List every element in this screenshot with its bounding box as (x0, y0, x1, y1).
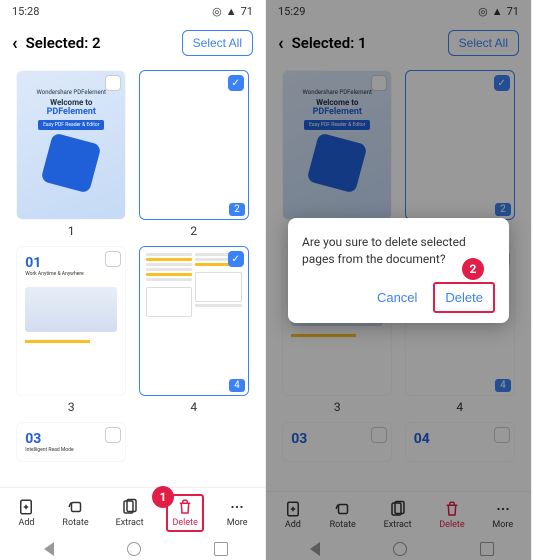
rotate-icon (334, 500, 352, 518)
back-icon[interactable]: ‹ (278, 33, 284, 54)
page-thumb-5[interactable]: 03 (282, 422, 392, 462)
page-checkbox[interactable]: ✓ (494, 75, 510, 91)
page-thumb-4[interactable]: ✓ 4 (139, 246, 249, 396)
select-all-button[interactable]: Select All (182, 30, 253, 56)
page-cell[interactable]: Wondershare PDFelement Welcome to PDFele… (14, 70, 129, 238)
page-cell[interactable]: Wondershare PDFelement Welcome to PDFele… (280, 70, 395, 238)
add-icon (17, 498, 35, 516)
status-icons: ◎ ▲ 71 (212, 5, 253, 18)
header: ‹ Selected: 1 Select All (266, 22, 531, 64)
brand-text: Wondershare PDFelement (37, 89, 106, 96)
page-checkbox[interactable] (371, 427, 387, 443)
page-checkbox[interactable] (105, 75, 121, 91)
annotation-1: 1 (152, 486, 174, 508)
page-thumb-6[interactable]: 04 (405, 422, 515, 462)
header-title: Selected: 1 (292, 34, 367, 52)
battery-icon: 71 (241, 5, 253, 18)
more-button[interactable]: More (223, 496, 252, 530)
more-icon (228, 498, 246, 516)
page-number: 3 (68, 400, 75, 414)
more-button[interactable]: More (488, 498, 517, 532)
add-button[interactable]: Add (280, 498, 306, 532)
page-thumb-1[interactable]: Wondershare PDFelement Welcome to PDFele… (282, 70, 392, 220)
extract-icon (389, 500, 407, 518)
back-icon[interactable]: ‹ (12, 33, 18, 54)
page-thumb-2[interactable]: ✓ 2 (405, 70, 515, 220)
page-thumb-2[interactable]: ✓ 2 (139, 70, 249, 220)
page-cell[interactable]: ✓ 2 2 (403, 70, 518, 238)
dialog-cancel-button[interactable]: Cancel (367, 282, 427, 313)
page-checkbox[interactable]: ✓ (228, 251, 244, 267)
more-icon (494, 500, 512, 518)
rotate-icon (67, 498, 85, 516)
status-bar: 15:29 ◎ ▲ 71 (266, 0, 531, 22)
status-time: 15:29 (278, 5, 305, 18)
nav-recent-icon[interactable] (480, 542, 494, 556)
nav-back-icon[interactable] (303, 542, 320, 556)
page-cell[interactable]: ✓ 4 4 (137, 246, 252, 414)
status-icons: ◎ ▲ 71 (478, 5, 519, 18)
android-navbar (0, 538, 265, 560)
left-screen: 15:28 ◎ ▲ 71 ‹ Selected: 2 Select All Wo… (0, 0, 266, 560)
extract-icon (121, 498, 139, 516)
page-number: 4 (190, 400, 197, 414)
page-cell[interactable]: 04 (403, 422, 518, 462)
page-thumb-5[interactable]: 03 Intelligent Read Mode (16, 422, 126, 462)
page-label: 4 (229, 379, 245, 392)
bottom-toolbar: Add Rotate Extract Delete More (0, 487, 265, 538)
extract-button[interactable]: Extract (380, 498, 416, 532)
bottom-toolbar: Add Rotate Extract Delete More (266, 491, 531, 538)
dialog-delete-button[interactable]: Delete (433, 282, 495, 313)
nav-recent-icon[interactable] (214, 542, 228, 556)
vibrate-icon: ◎ (212, 5, 222, 18)
logo-cube-icon (307, 132, 368, 193)
page-checkbox[interactable] (105, 251, 121, 267)
page-checkbox[interactable] (371, 75, 387, 91)
delete-icon (443, 500, 461, 518)
logo-cube-icon (41, 132, 102, 193)
rotate-button[interactable]: Rotate (58, 496, 92, 530)
signal-icon: ▲ (226, 5, 237, 18)
page-number: 2 (190, 224, 197, 238)
right-screen: 15:29 ◎ ▲ 71 ‹ Selected: 1 Select All Wo… (266, 0, 532, 560)
nav-home-icon[interactable] (393, 542, 407, 556)
extract-button[interactable]: Extract (112, 496, 148, 530)
nav-back-icon[interactable] (37, 542, 54, 556)
battery-icon: 71 (507, 5, 519, 18)
page-checkbox[interactable] (494, 427, 510, 443)
page-thumb-3[interactable]: 01 Work Anytime & Anywhere (16, 246, 126, 396)
page-number: 1 (68, 224, 75, 238)
page-checkbox[interactable]: ✓ (228, 75, 244, 91)
signal-icon: ▲ (492, 5, 503, 18)
status-bar: 15:28 ◎ ▲ 71 (0, 0, 265, 22)
page-cell[interactable]: 01 Work Anytime & Anywhere 3 (14, 246, 129, 414)
page-grid: Wondershare PDFelement Welcome to PDFele… (0, 64, 265, 468)
annotation-2: 2 (462, 258, 484, 280)
page-cell[interactable]: ✓ 2 2 (137, 70, 252, 238)
page-label: 2 (229, 203, 245, 216)
select-all-button[interactable]: Select All (448, 30, 519, 56)
android-navbar (266, 538, 531, 560)
header: ‹ Selected: 2 Select All (0, 22, 265, 64)
page-thumb-1[interactable]: Wondershare PDFelement Welcome to PDFele… (16, 70, 126, 220)
page-checkbox[interactable] (105, 427, 121, 443)
page-cell[interactable]: 03 Intelligent Read Mode (14, 422, 129, 462)
delete-button[interactable]: Delete (435, 498, 468, 532)
status-time: 15:28 (12, 5, 39, 18)
add-icon (284, 500, 302, 518)
rotate-button[interactable]: Rotate (326, 498, 360, 532)
delete-icon (176, 498, 194, 516)
page-cell[interactable]: 03 (280, 422, 395, 462)
add-button[interactable]: Add (13, 496, 39, 530)
vibrate-icon: ◎ (478, 5, 488, 18)
header-title: Selected: 2 (26, 34, 101, 52)
nav-home-icon[interactable] (127, 542, 141, 556)
